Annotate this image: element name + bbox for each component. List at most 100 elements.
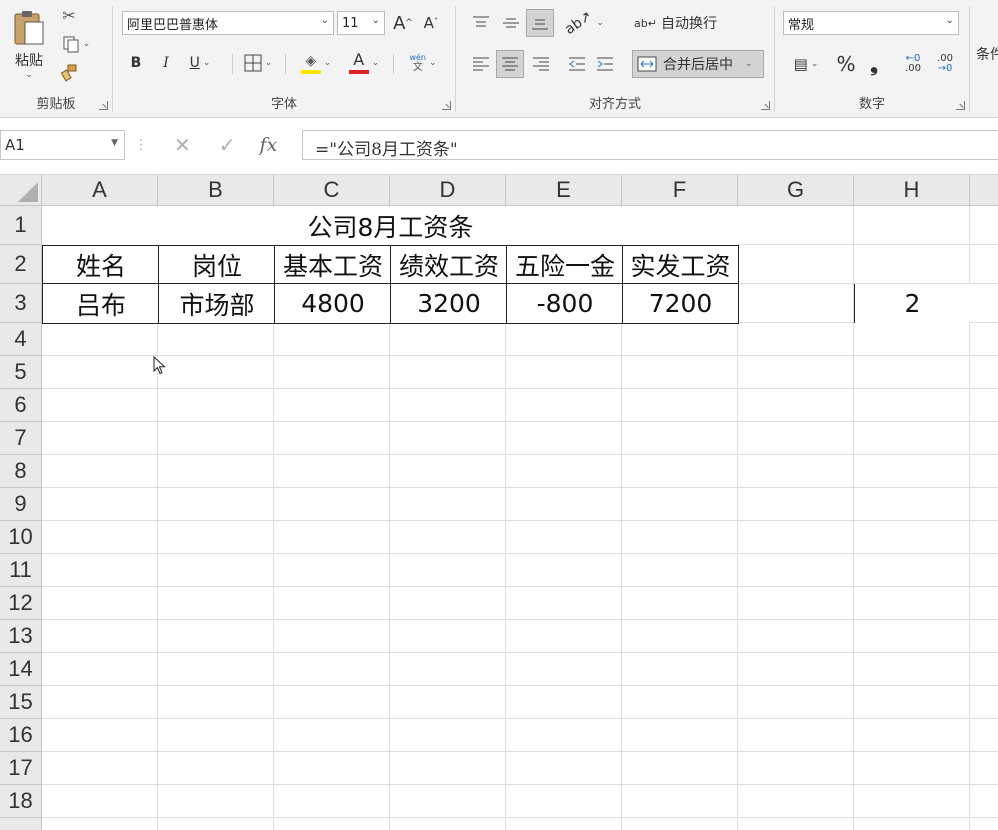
cell-f2[interactable]: 实发工资 (622, 245, 739, 284)
font-size-select[interactable]: 11 ⌄ (337, 11, 385, 35)
column-header-d[interactable]: D (390, 175, 506, 206)
cell-e3[interactable]: -800 (506, 283, 623, 324)
row-header-7[interactable]: 7 (0, 422, 42, 455)
row-header-12[interactable]: 12 (0, 587, 42, 620)
column-header-a[interactable]: A (42, 175, 158, 206)
bottom-align-button[interactable] (526, 9, 554, 37)
copy-button[interactable]: ⌄ (56, 33, 96, 55)
accounting-format-button[interactable]: ▤ ⌄ (785, 50, 827, 78)
font-name-select[interactable]: 阿里巴巴普惠体 ⌄ (122, 11, 334, 35)
row-header-13[interactable]: 13 (0, 620, 42, 653)
align-right-button[interactable] (528, 50, 554, 78)
gridline-horizontal (42, 421, 998, 422)
select-all-button[interactable] (0, 175, 42, 206)
number-launcher-icon[interactable] (956, 101, 965, 110)
paste-button[interactable]: 粘贴 ⌄ (8, 4, 50, 84)
phonetic-bottom: 文 (412, 62, 423, 73)
row-header-6[interactable]: 6 (0, 389, 42, 422)
row-header-partial[interactable] (0, 818, 42, 830)
cell-f3[interactable]: 7200 (622, 283, 739, 324)
row-header-4[interactable]: 4 (0, 323, 42, 356)
format-painter-button[interactable] (58, 62, 80, 84)
row-header-10[interactable]: 10 (0, 521, 42, 554)
decrease-decimal-button[interactable]: .00 →0 (931, 50, 959, 78)
increase-indent-icon (597, 57, 613, 71)
cell-d3[interactable]: 3200 (390, 283, 507, 324)
row-header-2[interactable]: 2 (0, 245, 42, 284)
grow-font-button[interactable]: A ^ (391, 10, 415, 36)
font-color-button[interactable]: A ⌄ (343, 49, 385, 77)
name-box[interactable]: A1 ▼ (0, 130, 125, 160)
row-header-8[interactable]: 8 (0, 455, 42, 488)
merge-center-button[interactable]: 合并后居中 ⌄ (632, 50, 764, 78)
middle-align-button[interactable] (498, 9, 524, 37)
row-header-15[interactable]: 15 (0, 686, 42, 719)
alignment-launcher-icon[interactable] (761, 101, 770, 110)
formula-value: ="公司8月工资条" (315, 140, 458, 160)
phonetic-icon: wén 文 (409, 53, 426, 73)
formula-input[interactable]: ="公司8月工资条" (302, 130, 998, 160)
cell-h3[interactable]: 2 (854, 284, 970, 323)
column-header-f[interactable]: F (622, 175, 738, 206)
column-header-e[interactable]: E (506, 175, 622, 206)
ribbon: 粘贴 ⌄ ✂ ⌄ 剪贴板 阿里巴巴普惠体 ⌄ 11 ⌄ A ^ A ˇ B I … (0, 0, 998, 118)
column-header-c[interactable]: C (274, 175, 390, 206)
fill-color-button[interactable]: ◈ ⌄ (295, 49, 337, 77)
underline-button[interactable]: U ⌄ (183, 51, 217, 75)
insert-function-icon[interactable]: fx (260, 134, 278, 156)
column-header-partial[interactable] (970, 175, 998, 206)
row-header-11[interactable]: 11 (0, 554, 42, 587)
column-header-h[interactable]: H (854, 175, 970, 206)
wrap-text-button[interactable]: ab↵ 自动换行 (634, 9, 726, 37)
conditional-formatting-button[interactable]: 条件 (976, 40, 998, 68)
row-header-18[interactable]: 18 (0, 785, 42, 818)
cell-a1-title[interactable]: 公司8月工资条 (43, 207, 738, 245)
column-header-g[interactable]: G (738, 175, 854, 206)
row-header-3[interactable]: 3 (0, 284, 42, 323)
chevron-down-icon: ⌄ (320, 15, 329, 26)
row-header-14[interactable]: 14 (0, 653, 42, 686)
increase-decimal-bottom: .00 (905, 63, 921, 74)
worksheet-grid[interactable]: ABCDEFGH 1 2 3 4 5 6 7 8 9 10 11 12 13 14 15 16 17 18 公司8… (0, 175, 998, 830)
shrink-font-button[interactable]: Aˇ (419, 10, 443, 36)
alignment-group-label: 对齐方式 (588, 97, 641, 112)
row-header-17[interactable]: 17 (0, 752, 42, 785)
align-left-button[interactable] (468, 50, 494, 78)
percent-button[interactable]: % (833, 50, 859, 78)
align-left-icon (473, 57, 489, 71)
gridline-horizontal (42, 619, 998, 620)
comma-button[interactable]: ❟ (863, 50, 885, 78)
align-center-button[interactable] (496, 50, 524, 78)
column-header-b[interactable]: B (158, 175, 274, 206)
italic-button[interactable]: I (155, 51, 177, 75)
increase-indent-button[interactable] (592, 50, 618, 78)
row-header-1[interactable]: 1 (0, 206, 42, 245)
phonetic-button[interactable]: wén 文 ⌄ (401, 49, 445, 77)
gridline-horizontal (42, 784, 998, 785)
enter-icon[interactable]: ✓ (219, 133, 236, 157)
cancel-icon[interactable]: ✕ (174, 133, 191, 157)
borders-button[interactable]: ⌄ (239, 51, 277, 75)
number-format-select[interactable]: 常规 ⌄ (783, 11, 959, 35)
cell-c2[interactable]: 基本工资 (274, 245, 391, 284)
row-header-16[interactable]: 16 (0, 719, 42, 752)
alignment-group: ab↗ ⌄ ab↵ 自动换行 合并后居中 ⌄ 对齐方式 (456, 0, 774, 118)
increase-decimal-button[interactable]: ←0 .00 (899, 50, 927, 78)
cut-button[interactable]: ✂ (58, 4, 80, 26)
decrease-indent-button[interactable] (564, 50, 590, 78)
row-header-5[interactable]: 5 (0, 356, 42, 389)
cell-d2[interactable]: 绩效工资 (390, 245, 507, 284)
font-launcher-icon[interactable] (442, 101, 451, 110)
orientation-button[interactable]: ab↗ ⌄ (562, 8, 604, 38)
cell-b3[interactable]: 市场部 (158, 283, 275, 324)
merge-center-icon (637, 56, 657, 72)
bold-button[interactable]: B (125, 51, 147, 75)
top-align-button[interactable] (468, 9, 494, 37)
cell-a3[interactable]: 吕布 (42, 283, 159, 324)
cell-e2[interactable]: 五险一金 (506, 245, 623, 284)
row-header-9[interactable]: 9 (0, 488, 42, 521)
cell-c3[interactable]: 4800 (274, 283, 391, 324)
clipboard-launcher-icon[interactable] (99, 101, 108, 110)
cell-b2[interactable]: 岗位 (158, 245, 275, 284)
cell-a2[interactable]: 姓名 (42, 245, 159, 284)
